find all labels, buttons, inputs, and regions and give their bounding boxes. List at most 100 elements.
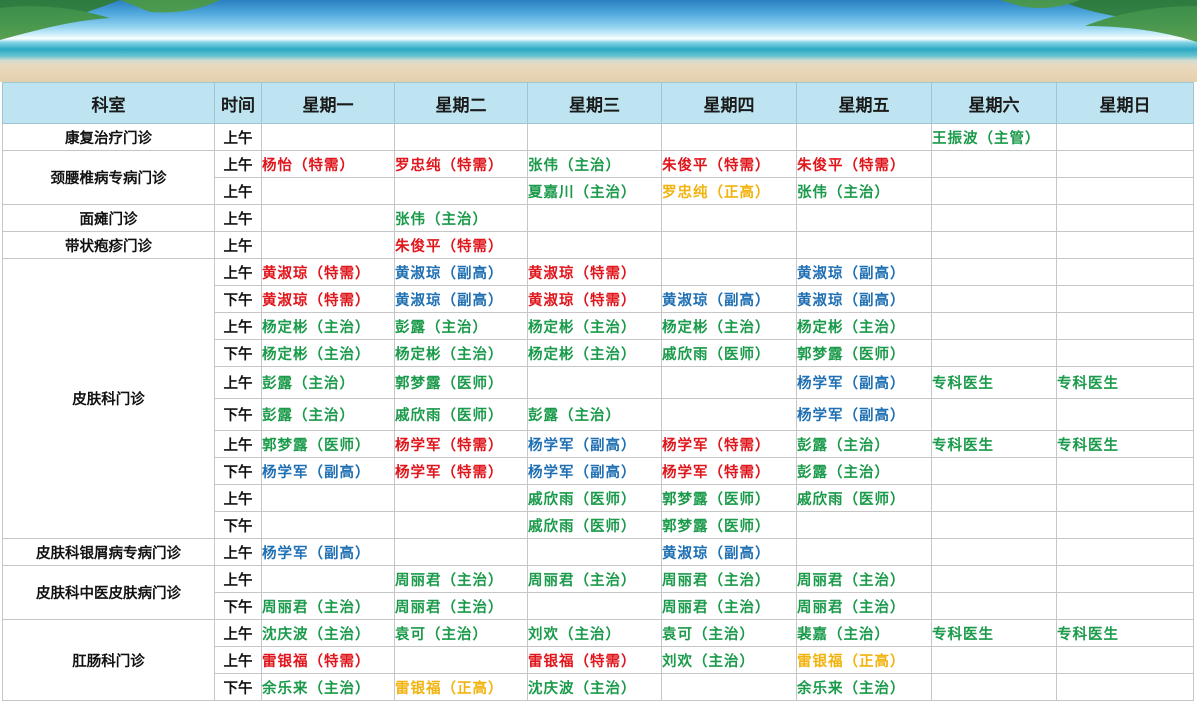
session-time: 上午	[214, 258, 262, 286]
department-name: 颈腰椎病专病门诊	[2, 150, 215, 205]
doctor-cell-wed: 黄淑琼（特需）	[527, 285, 662, 313]
department-name: 皮肤科门诊	[2, 258, 215, 539]
doctor-cell-sun	[1056, 457, 1194, 485]
session-time: 上午	[214, 646, 262, 674]
doctor-cell-wed: 戚欣雨（医师）	[527, 484, 662, 512]
session-time: 上午	[214, 312, 262, 340]
doctor-cell-tue: 周丽君（主治）	[394, 565, 528, 593]
doctor-cell-sun	[1056, 646, 1194, 674]
session-time: 下午	[214, 457, 262, 485]
session-time: 上午	[214, 177, 262, 205]
doctor-cell-fri: 余乐来（主治）	[796, 673, 932, 701]
doctor-cell-sun	[1056, 312, 1194, 340]
session-time: 上午	[214, 123, 262, 151]
doctor-cell-thu: 罗忠纯（正高）	[661, 177, 797, 205]
doctor-cell-tue: 黄淑琼（副高）	[394, 258, 528, 286]
doctor-cell-mon: 杨定彬（主治）	[261, 312, 395, 340]
doctor-cell-sun	[1056, 484, 1194, 512]
doctor-cell-thu	[661, 366, 797, 399]
doctor-cell-mon: 周丽君（主治）	[261, 592, 395, 620]
doctor-cell-tue: 雷银福（正高）	[394, 673, 528, 701]
doctor-cell-wed	[527, 592, 662, 620]
schedule-row: 康复治疗门诊 上午 王振波（主管）	[2, 123, 1194, 151]
doctor-cell-tue: 袁可（主治）	[394, 619, 528, 647]
doctor-cell-thu	[661, 258, 797, 286]
doctor-cell-sat	[931, 177, 1057, 205]
header-day-thu: 星期四	[661, 82, 797, 124]
doctor-cell-fri: 黄淑琼（副高）	[796, 285, 932, 313]
doctor-cell-fri: 郭梦露（医师）	[796, 339, 932, 367]
doctor-cell-tue	[394, 646, 528, 674]
header-day-tue: 星期二	[394, 82, 528, 124]
doctor-cell-fri	[796, 123, 932, 151]
department-name: 皮肤科中医皮肤病门诊	[2, 565, 215, 620]
doctor-cell-sat	[931, 285, 1057, 313]
session-time: 上午	[214, 484, 262, 512]
session-time: 下午	[214, 673, 262, 701]
doctor-cell-tue	[394, 484, 528, 512]
header-day-fri: 星期五	[796, 82, 932, 124]
doctor-cell-thu	[661, 673, 797, 701]
doctor-cell-sat	[931, 312, 1057, 340]
department-name: 面瘫门诊	[2, 204, 215, 232]
session-time: 下午	[214, 592, 262, 620]
doctor-cell-thu: 杨定彬（主治）	[661, 312, 797, 340]
doctor-cell-sun: 专科医生	[1056, 430, 1194, 458]
doctor-cell-mon: 黄淑琼（特需）	[261, 285, 395, 313]
session-time: 下午	[214, 398, 262, 431]
doctor-cell-thu: 杨学军（特需）	[661, 457, 797, 485]
doctor-cell-sat	[931, 398, 1057, 431]
doctor-cell-sat: 王振波（主管）	[931, 123, 1057, 151]
session-time: 上午	[214, 538, 262, 566]
doctor-cell-sat: 专科医生	[931, 430, 1057, 458]
doctor-cell-wed	[527, 123, 662, 151]
doctor-cell-wed: 张伟（主治）	[527, 150, 662, 178]
doctor-cell-mon: 彭露（主治）	[261, 398, 395, 431]
header-dept: 科室	[2, 82, 215, 124]
session-time: 下午	[214, 339, 262, 367]
doctor-cell-sat	[931, 646, 1057, 674]
doctor-cell-fri	[796, 231, 932, 259]
session-time: 下午	[214, 511, 262, 539]
doctor-cell-mon	[261, 565, 395, 593]
doctor-cell-fri: 朱俊平（特需）	[796, 150, 932, 178]
doctor-cell-sun	[1056, 538, 1194, 566]
doctor-cell-thu: 黄淑琼（副高）	[661, 285, 797, 313]
doctor-cell-sat	[931, 204, 1057, 232]
session-time: 上午	[214, 366, 262, 399]
doctor-cell-mon: 沈庆波（主治）	[261, 619, 395, 647]
doctor-cell-wed: 杨学军（副高）	[527, 457, 662, 485]
doctor-cell-mon: 杨怡（特需）	[261, 150, 395, 178]
doctor-cell-fri: 黄淑琼（副高）	[796, 258, 932, 286]
doctor-cell-fri	[796, 204, 932, 232]
doctor-cell-wed	[527, 231, 662, 259]
doctor-cell-sat	[931, 511, 1057, 539]
doctor-cell-sun	[1056, 339, 1194, 367]
header-day-mon: 星期一	[261, 82, 395, 124]
doctor-cell-fri: 杨学军（副高）	[796, 366, 932, 399]
doctor-cell-sun: 专科医生	[1056, 619, 1194, 647]
doctor-cell-thu	[661, 123, 797, 151]
doctor-cell-mon	[261, 123, 395, 151]
doctor-cell-thu	[661, 398, 797, 431]
session-time: 上午	[214, 150, 262, 178]
doctor-cell-tue: 戚欣雨（医师）	[394, 398, 528, 431]
doctor-cell-wed	[527, 366, 662, 399]
beach-banner	[0, 0, 1197, 82]
doctor-cell-sun: 专科医生	[1056, 366, 1194, 399]
doctor-cell-sun	[1056, 511, 1194, 539]
doctor-cell-thu	[661, 204, 797, 232]
doctor-cell-thu: 袁可（主治）	[661, 619, 797, 647]
schedule-row: 皮肤科银屑病专病门诊 上午 杨学军（副高） 黄淑琼（副高）	[2, 538, 1194, 566]
doctor-cell-wed: 沈庆波（主治）	[527, 673, 662, 701]
doctor-cell-fri: 周丽君（主治）	[796, 565, 932, 593]
doctor-cell-mon: 雷银福（特需）	[261, 646, 395, 674]
doctor-cell-thu: 朱俊平（特需）	[661, 150, 797, 178]
session-time: 上午	[214, 619, 262, 647]
doctor-cell-tue: 周丽君（主治）	[394, 592, 528, 620]
session-time: 上午	[214, 430, 262, 458]
department-name: 带状疱疹门诊	[2, 231, 215, 259]
schedule-table: 科室 时间 星期一 星期二 星期三 星期四 星期五 星期六 星期日 康复治疗门诊…	[2, 82, 1194, 701]
doctor-cell-sat	[931, 538, 1057, 566]
doctor-cell-wed: 杨定彬（主治）	[527, 339, 662, 367]
